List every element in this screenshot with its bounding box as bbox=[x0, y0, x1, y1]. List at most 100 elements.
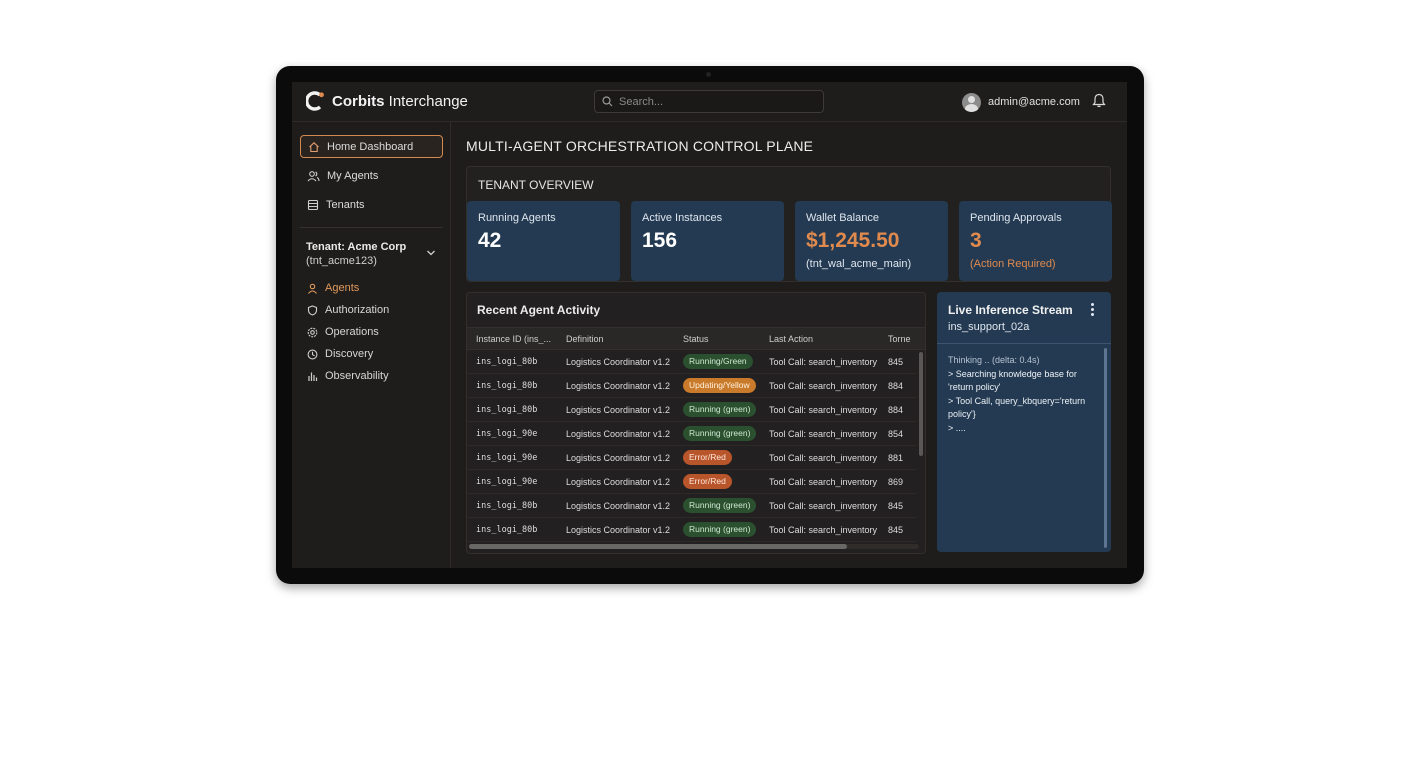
cell-definition: Logistics Coordinator v1.2 bbox=[566, 429, 671, 439]
sidebar-subitem-discovery[interactable]: Discovery bbox=[307, 346, 373, 362]
sidebar-subitem-authorization[interactable]: Authorization bbox=[307, 302, 389, 318]
sidebar-item-home-dashboard[interactable]: Home Dashboard bbox=[300, 135, 443, 158]
stream-instance-id: ins_support_02a bbox=[948, 321, 1030, 333]
status-badge: Error/Red bbox=[683, 474, 732, 489]
cell-instance-id: ins_logi_90e bbox=[476, 453, 538, 463]
table-row[interactable]: ins_logi_90e Logistics Coordinator v1.2 Ru… bbox=[467, 422, 917, 446]
stat-card-wallet-balance[interactable]: Wallet Balance $1,245.50 (tnt_wal_acme_m… bbox=[795, 201, 948, 281]
stat-card-running-agents[interactable]: Running Agents 42 bbox=[467, 201, 620, 281]
avatar[interactable] bbox=[962, 92, 981, 112]
app-screen: Corbits Interchange admin@acme.com Home … bbox=[292, 82, 1127, 568]
cell-instance-id: ins_logi_80b bbox=[476, 381, 538, 391]
stat-card-active-instances[interactable]: Active Instances 156 bbox=[631, 201, 784, 281]
user-email: admin@acme.com bbox=[988, 96, 1080, 108]
column-header-status[interactable]: Status bbox=[683, 334, 709, 344]
cell-instance-id: ins_logi_80b bbox=[476, 405, 538, 415]
stat-value: 3 bbox=[970, 229, 982, 252]
cell-tokens: 869 bbox=[888, 477, 904, 487]
cell-instance-id: ins_logi_80b bbox=[476, 501, 538, 511]
stream-log: Thinking .. (delta: 0.4s) > Searching kn… bbox=[948, 354, 1098, 435]
table-row[interactable]: ins_logi_80b Logistics Coordinator v1.2 Ru… bbox=[467, 518, 917, 542]
horizontal-scrollbar[interactable] bbox=[469, 544, 847, 549]
table-row[interactable]: ins_logi_80b Logistics Coordinator v1.2 Ru… bbox=[467, 398, 917, 422]
activity-title: Recent Agent Activity bbox=[477, 303, 601, 317]
status-badge: Running/Green bbox=[683, 354, 753, 369]
sidebar-divider bbox=[300, 227, 443, 228]
stat-label: Wallet Balance bbox=[806, 212, 879, 224]
status-badge: Running (green) bbox=[683, 498, 757, 513]
cell-instance-id: ins_logi_90e bbox=[476, 477, 538, 487]
cell-tokens: 845 bbox=[888, 501, 904, 511]
cell-last-action: Tool Call: search_inventory bbox=[769, 405, 878, 415]
vertical-scrollbar[interactable] bbox=[919, 352, 923, 456]
cell-tokens: 884 bbox=[888, 381, 904, 391]
stream-scrollbar[interactable] bbox=[1104, 348, 1107, 548]
sidebar-subitem-label: Discovery bbox=[325, 348, 374, 360]
sidebar-item-label: My Agents bbox=[327, 169, 379, 182]
sidebar-item-my-agents[interactable]: My Agents bbox=[300, 164, 443, 187]
stream-line: > Searching knowledge base for 'return p… bbox=[948, 368, 1077, 393]
sidebar-subitem-label: Agents bbox=[325, 282, 360, 294]
bell-icon[interactable] bbox=[1092, 93, 1106, 108]
stat-value: 156 bbox=[642, 229, 678, 252]
status-badge: Running (green) bbox=[683, 402, 757, 417]
search-box[interactable] bbox=[594, 90, 824, 113]
table-row[interactable]: ins_logi_80b Logistics Coordinator v1.2 Up… bbox=[467, 374, 917, 398]
live-inference-stream-panel: Live Inference Stream ins_support_02a Th… bbox=[937, 292, 1111, 552]
tenant-overview-panel: TENANT OVERVIEW Running Agents 42 Active… bbox=[466, 166, 1112, 282]
cell-last-action: Tool Call: search_inventory bbox=[769, 477, 878, 487]
cell-definition: Logistics Coordinator v1.2 bbox=[566, 357, 671, 367]
stat-value: $1,245.50 bbox=[806, 229, 900, 252]
chevron-down-icon[interactable] bbox=[426, 249, 436, 257]
table-row[interactable]: ins_logi_90e Logistics Coordinator v1.2 Er… bbox=[467, 446, 917, 470]
search-icon bbox=[602, 96, 613, 107]
cell-definition: Logistics Coordinator v1.2 bbox=[566, 477, 671, 487]
cell-instance-id: ins_logi_80b bbox=[476, 525, 538, 535]
sidebar-item-tenants[interactable]: Tenants bbox=[300, 193, 443, 216]
table-row[interactable]: ins_logi_80b Logistics Coordinator v1.2 Ru… bbox=[467, 494, 917, 518]
sidebar-item-label: Home Dashboard bbox=[327, 140, 414, 153]
stream-line: Thinking .. (delta: 0.4s) bbox=[948, 355, 1040, 365]
cell-definition: Logistics Coordinator v1.2 bbox=[566, 405, 671, 415]
cell-last-action: Tool Call: search_inventory bbox=[769, 429, 878, 439]
shield-icon bbox=[307, 304, 318, 316]
stat-sub: (tnt_wal_acme_main) bbox=[806, 258, 912, 270]
column-header-last-action[interactable]: Last Action bbox=[769, 334, 813, 344]
cell-definition: Logistics Coordinator v1.2 bbox=[566, 453, 671, 463]
sidebar-subitem-agents[interactable]: Agents bbox=[307, 280, 359, 296]
tablet-frame: Corbits Interchange admin@acme.com Home … bbox=[276, 66, 1144, 584]
stream-divider bbox=[937, 343, 1111, 344]
cell-definition: Logistics Coordinator v1.2 bbox=[566, 501, 671, 511]
cell-last-action: Tool Call: search_inventory bbox=[769, 525, 878, 535]
cell-tokens: 854 bbox=[888, 429, 904, 439]
sidebar: Home Dashboard My Agents Tenants Tenant:… bbox=[292, 122, 451, 568]
gear-icon bbox=[307, 327, 318, 337]
more-options-icon[interactable] bbox=[1088, 303, 1096, 317]
sidebar-subitem-label: Observability bbox=[325, 370, 389, 382]
cell-tokens: 845 bbox=[888, 357, 904, 367]
stat-label: Active Instances bbox=[642, 212, 723, 224]
column-header-definition[interactable]: Definition bbox=[566, 334, 604, 344]
stat-card-pending-approvals[interactable]: Pending Approvals 3 (Action Required) bbox=[959, 201, 1112, 281]
stream-line: > .... bbox=[948, 422, 966, 433]
table-row[interactable]: ins_logi_90e Logistics Coordinator v1.2 Er… bbox=[467, 470, 917, 494]
sidebar-subitem-operations[interactable]: Operations bbox=[307, 324, 379, 340]
cell-tokens: 845 bbox=[888, 525, 904, 535]
user-menu[interactable]: admin@acme.com bbox=[962, 91, 1080, 113]
cell-tokens: 884 bbox=[888, 405, 904, 415]
users-icon bbox=[307, 170, 320, 181]
table-row[interactable]: ins_logi_80b Logistics Coordinator v1.2 Ru… bbox=[467, 350, 917, 374]
stat-value: 42 bbox=[478, 229, 502, 252]
stat-label: Running Agents bbox=[478, 212, 556, 224]
column-header-tokens[interactable]: Torne bbox=[888, 334, 911, 344]
status-badge: Running (green) bbox=[683, 522, 757, 537]
cell-instance-id: ins_logi_80b bbox=[476, 357, 538, 367]
overview-title: TENANT OVERVIEW bbox=[478, 178, 594, 192]
sidebar-subitem-observability[interactable]: Observability bbox=[307, 368, 389, 384]
column-header-instance-id[interactable]: Instance ID (ins_... bbox=[476, 334, 560, 344]
bars-icon bbox=[308, 372, 318, 381]
stream-title: Live Inference Stream bbox=[948, 303, 1073, 317]
cell-definition: Logistics Coordinator v1.2 bbox=[566, 381, 671, 391]
recent-activity-panel: Recent Agent Activity Instance ID (ins_.… bbox=[466, 292, 926, 554]
search-input[interactable] bbox=[619, 94, 819, 110]
